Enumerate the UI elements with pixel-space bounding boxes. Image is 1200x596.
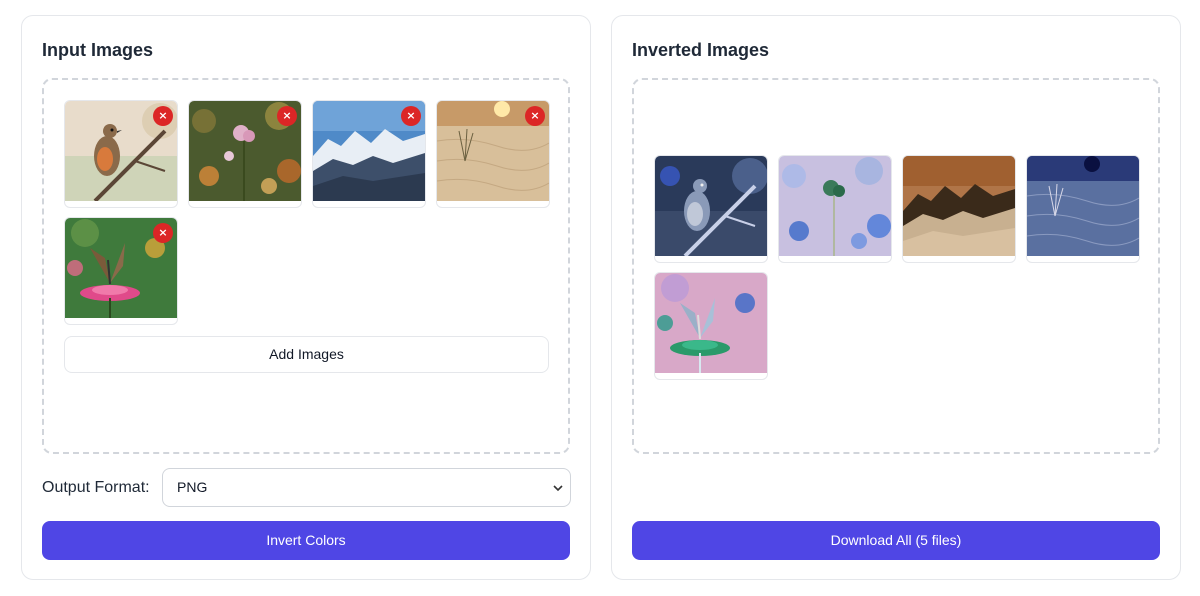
remove-desert-button[interactable]: ×: [525, 106, 545, 126]
desert-inverted-image: [1027, 156, 1139, 256]
input-thumb-mountains: ×: [312, 100, 426, 208]
remove-mountains-button[interactable]: ×: [401, 106, 421, 126]
mountains-inverted-image: [903, 156, 1015, 256]
robin-inverted-image: [655, 156, 767, 256]
flower-inverted-image: [779, 156, 891, 256]
output-thumb-flower[interactable]: [778, 155, 892, 263]
output-thumb-robin[interactable]: [654, 155, 768, 263]
download-all-button[interactable]: Download All (5 files): [632, 521, 1160, 560]
add-images-button[interactable]: Add Images: [64, 336, 549, 373]
input-thumb-flower: ×: [188, 100, 302, 208]
output-format-value: PNG: [177, 479, 208, 495]
input-dropzone[interactable]: × × × × × Add Images: [42, 78, 570, 454]
output-format-label: Output Format:: [42, 479, 150, 496]
output-thumb-butterfly[interactable]: [654, 272, 768, 380]
output-gallery: [632, 78, 1160, 454]
chevron-down-icon: [553, 485, 563, 492]
output-thumb-desert[interactable]: [1026, 155, 1140, 263]
input-thumb-desert: ×: [436, 100, 550, 208]
inverted-images-panel: Inverted Images Download All (5 files): [611, 15, 1181, 580]
input-images-panel: Input Images × × × × × Add Images Output…: [21, 15, 591, 580]
invert-colors-button[interactable]: Invert Colors: [42, 521, 570, 560]
butterfly-inverted-image: [655, 273, 767, 373]
input-images-title: Input Images: [42, 40, 154, 60]
input-thumb-butterfly: ×: [64, 217, 178, 325]
output-thumb-mountains[interactable]: [902, 155, 1016, 263]
inverted-images-title: Inverted Images: [632, 40, 770, 60]
input-thumb-robin: ×: [64, 100, 178, 208]
remove-butterfly-button[interactable]: ×: [153, 223, 173, 243]
output-format-select[interactable]: PNG: [162, 468, 571, 507]
remove-robin-button[interactable]: ×: [153, 106, 173, 126]
remove-flower-button[interactable]: ×: [277, 106, 297, 126]
